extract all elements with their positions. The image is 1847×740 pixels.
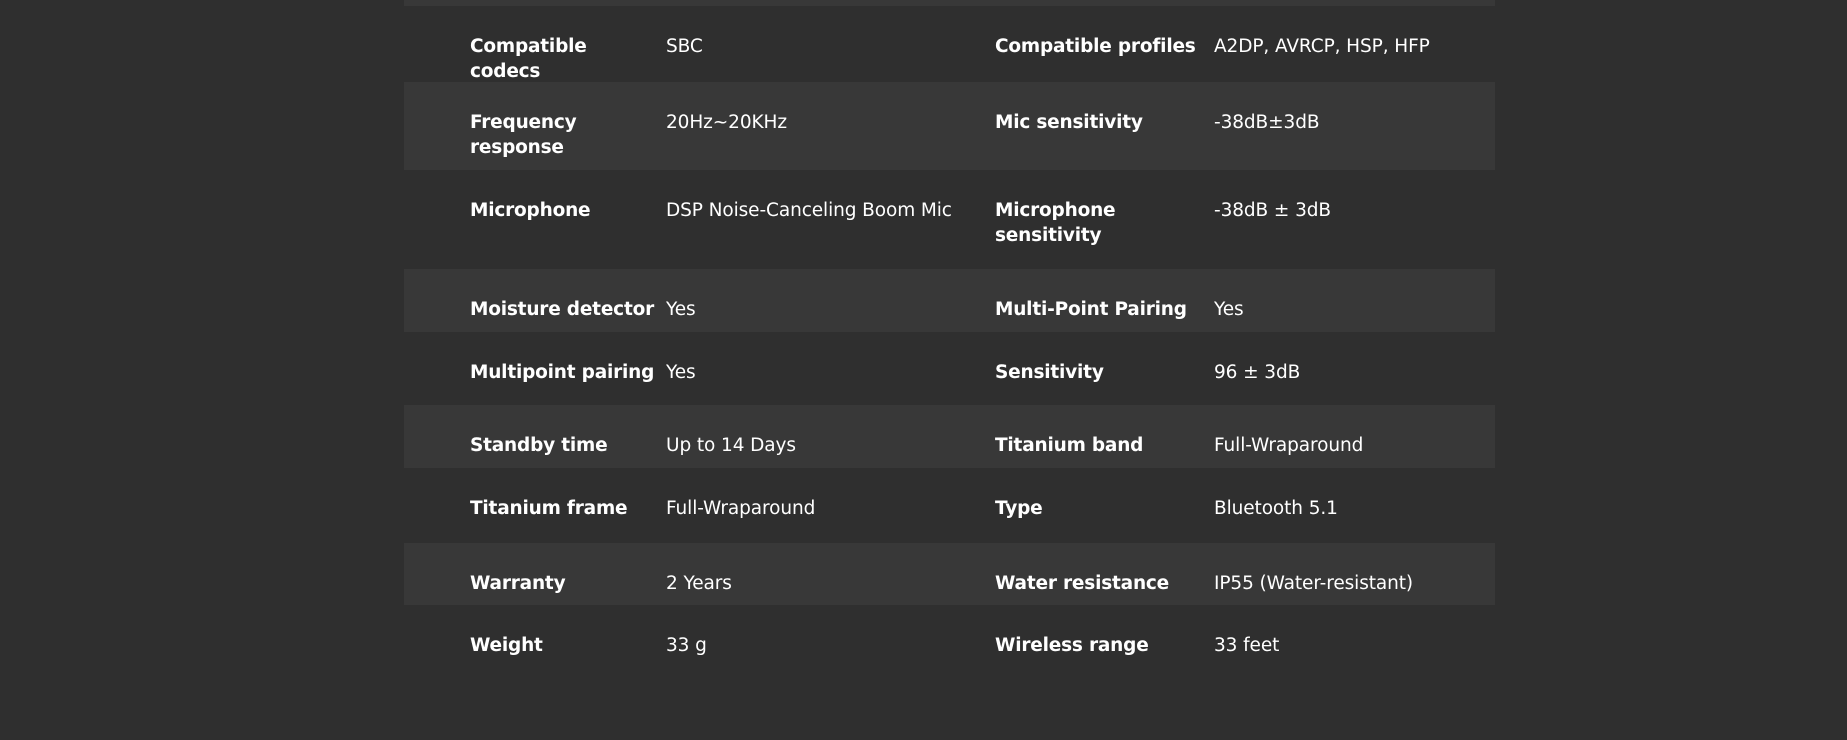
spec-row: Frequency response 20Hz~20KHz Mic sensit… xyxy=(404,82,1495,170)
specifications-table: Compatible codecs SBC Compatible profile… xyxy=(404,0,1495,680)
spec-label: Type xyxy=(995,498,1043,519)
spec-value: Full-Wraparound xyxy=(1214,435,1364,456)
spec-label: Mic sensitivity xyxy=(995,112,1143,133)
spec-value: 2 Years xyxy=(666,573,732,594)
spec-row: Moisture detector Yes Multi-Point Pairin… xyxy=(404,269,1495,332)
spec-label: Multipoint pairing xyxy=(470,362,655,383)
spec-value: DSP Noise-Canceling Boom Mic xyxy=(666,200,952,221)
spec-row: Microphone DSP Noise-Canceling Boom Mic … xyxy=(404,170,1495,269)
spec-label: Weight xyxy=(470,635,543,656)
spec-label: Water resistance xyxy=(995,573,1170,594)
spec-label: Sensitivity xyxy=(995,362,1104,383)
spec-row: Standby time Up to 14 Days Titanium band… xyxy=(404,405,1495,468)
spec-label: Moisture detector xyxy=(470,299,655,320)
spec-label: Titanium frame xyxy=(470,498,628,519)
spec-value: Yes xyxy=(666,299,696,320)
spec-value: SBC xyxy=(666,36,703,57)
spec-value: -38dB±3dB xyxy=(1214,112,1320,133)
spec-label: Microphone sensitivity xyxy=(995,200,1116,246)
spec-label: Wireless range xyxy=(995,635,1149,656)
spec-value: 33 g xyxy=(666,635,707,656)
spec-value: Yes xyxy=(1214,299,1244,320)
spec-label: Frequency response xyxy=(470,112,577,158)
spec-row: Weight 33 g Wireless range 33 feet xyxy=(404,605,1495,680)
spec-value: -38dB ± 3dB xyxy=(1214,200,1332,221)
spec-label: Titanium band xyxy=(995,435,1144,456)
spec-value: IP55 (Water-resistant) xyxy=(1214,573,1414,594)
spec-label: Microphone xyxy=(470,200,591,221)
spec-value: Up to 14 Days xyxy=(666,435,796,456)
spec-label: Multi-Point Pairing xyxy=(995,299,1187,320)
spec-value: Yes xyxy=(666,362,696,383)
spec-label: Standby time xyxy=(470,435,608,456)
spec-value: A2DP, AVRCP, HSP, HFP xyxy=(1214,36,1430,57)
spec-value: Bluetooth 5.1 xyxy=(1214,498,1338,519)
spec-value: Full-Wraparound xyxy=(666,498,816,519)
spec-label: Compatible codecs xyxy=(470,36,587,82)
spec-value: 33 feet xyxy=(1214,635,1280,656)
spec-value: 96 ± 3dB xyxy=(1214,362,1301,383)
spec-row: Titanium frame Full-Wraparound Type Blue… xyxy=(404,468,1495,543)
spec-row: Compatible codecs SBC Compatible profile… xyxy=(404,6,1495,82)
spec-label: Warranty xyxy=(470,573,566,594)
spec-row: Multipoint pairing Yes Sensitivity 96 ± … xyxy=(404,332,1495,405)
spec-row: Warranty 2 Years Water resistance IP55 (… xyxy=(404,543,1495,605)
spec-value: 20Hz~20KHz xyxy=(666,112,787,133)
spec-label: Compatible profiles xyxy=(995,36,1196,57)
